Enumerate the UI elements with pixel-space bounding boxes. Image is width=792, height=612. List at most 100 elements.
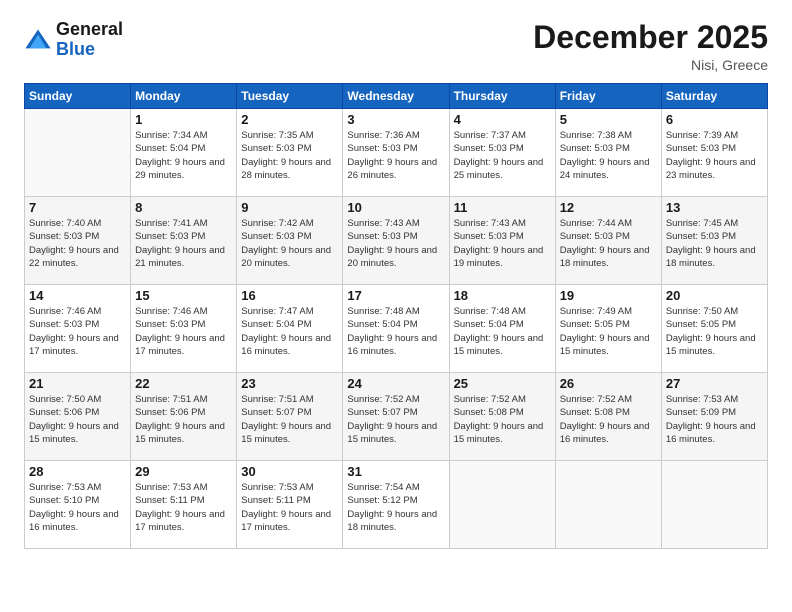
day-number: 17 — [347, 288, 444, 303]
calendar-cell: 16 Sunrise: 7:47 AMSunset: 5:04 PMDaylig… — [237, 285, 343, 373]
day-number: 16 — [241, 288, 338, 303]
day-number: 29 — [135, 464, 232, 479]
day-number: 9 — [241, 200, 338, 215]
calendar-cell: 14 Sunrise: 7:46 AMSunset: 5:03 PMDaylig… — [25, 285, 131, 373]
day-number: 10 — [347, 200, 444, 215]
calendar: SundayMondayTuesdayWednesdayThursdayFrid… — [24, 83, 768, 549]
day-number: 27 — [666, 376, 763, 391]
calendar-cell — [661, 461, 767, 549]
weekday-header: Saturday — [661, 84, 767, 109]
weekday-header: Monday — [131, 84, 237, 109]
day-info: Sunrise: 7:44 AMSunset: 5:03 PMDaylight:… — [560, 218, 650, 269]
day-number: 4 — [454, 112, 551, 127]
location: Nisi, Greece — [533, 57, 768, 73]
day-info: Sunrise: 7:48 AMSunset: 5:04 PMDaylight:… — [347, 306, 437, 357]
day-number: 2 — [241, 112, 338, 127]
day-number: 14 — [29, 288, 126, 303]
day-number: 31 — [347, 464, 444, 479]
day-info: Sunrise: 7:41 AMSunset: 5:03 PMDaylight:… — [135, 218, 225, 269]
calendar-cell: 30 Sunrise: 7:53 AMSunset: 5:11 PMDaylig… — [237, 461, 343, 549]
day-number: 22 — [135, 376, 232, 391]
calendar-cell: 2 Sunrise: 7:35 AMSunset: 5:03 PMDayligh… — [237, 109, 343, 197]
day-info: Sunrise: 7:52 AMSunset: 5:08 PMDaylight:… — [560, 394, 650, 445]
weekday-header: Wednesday — [343, 84, 449, 109]
month-title: December 2025 — [533, 20, 768, 55]
calendar-cell — [555, 461, 661, 549]
calendar-cell: 17 Sunrise: 7:48 AMSunset: 5:04 PMDaylig… — [343, 285, 449, 373]
day-number: 12 — [560, 200, 657, 215]
day-info: Sunrise: 7:53 AMSunset: 5:11 PMDaylight:… — [241, 482, 331, 533]
title-area: December 2025 Nisi, Greece — [533, 20, 768, 73]
day-info: Sunrise: 7:42 AMSunset: 5:03 PMDaylight:… — [241, 218, 331, 269]
day-info: Sunrise: 7:43 AMSunset: 5:03 PMDaylight:… — [347, 218, 437, 269]
calendar-cell: 10 Sunrise: 7:43 AMSunset: 5:03 PMDaylig… — [343, 197, 449, 285]
calendar-cell: 4 Sunrise: 7:37 AMSunset: 5:03 PMDayligh… — [449, 109, 555, 197]
page: General Blue December 2025 Nisi, Greece … — [0, 0, 792, 612]
calendar-cell: 1 Sunrise: 7:34 AMSunset: 5:04 PMDayligh… — [131, 109, 237, 197]
day-info: Sunrise: 7:48 AMSunset: 5:04 PMDaylight:… — [454, 306, 544, 357]
day-number: 20 — [666, 288, 763, 303]
day-info: Sunrise: 7:46 AMSunset: 5:03 PMDaylight:… — [29, 306, 119, 357]
calendar-cell: 8 Sunrise: 7:41 AMSunset: 5:03 PMDayligh… — [131, 197, 237, 285]
logo-blue: Blue — [56, 39, 95, 59]
header: General Blue December 2025 Nisi, Greece — [24, 20, 768, 73]
calendar-cell: 21 Sunrise: 7:50 AMSunset: 5:06 PMDaylig… — [25, 373, 131, 461]
logo-general: General — [56, 19, 123, 39]
calendar-cell — [25, 109, 131, 197]
calendar-cell: 6 Sunrise: 7:39 AMSunset: 5:03 PMDayligh… — [661, 109, 767, 197]
day-info: Sunrise: 7:51 AMSunset: 5:07 PMDaylight:… — [241, 394, 331, 445]
day-info: Sunrise: 7:36 AMSunset: 5:03 PMDaylight:… — [347, 130, 437, 181]
calendar-cell: 11 Sunrise: 7:43 AMSunset: 5:03 PMDaylig… — [449, 197, 555, 285]
calendar-cell — [449, 461, 555, 549]
day-number: 28 — [29, 464, 126, 479]
day-info: Sunrise: 7:53 AMSunset: 5:10 PMDaylight:… — [29, 482, 119, 533]
day-number: 23 — [241, 376, 338, 391]
day-info: Sunrise: 7:50 AMSunset: 5:06 PMDaylight:… — [29, 394, 119, 445]
calendar-cell: 5 Sunrise: 7:38 AMSunset: 5:03 PMDayligh… — [555, 109, 661, 197]
day-number: 5 — [560, 112, 657, 127]
day-info: Sunrise: 7:53 AMSunset: 5:11 PMDaylight:… — [135, 482, 225, 533]
calendar-cell: 13 Sunrise: 7:45 AMSunset: 5:03 PMDaylig… — [661, 197, 767, 285]
calendar-cell: 29 Sunrise: 7:53 AMSunset: 5:11 PMDaylig… — [131, 461, 237, 549]
day-info: Sunrise: 7:40 AMSunset: 5:03 PMDaylight:… — [29, 218, 119, 269]
calendar-cell: 12 Sunrise: 7:44 AMSunset: 5:03 PMDaylig… — [555, 197, 661, 285]
day-number: 19 — [560, 288, 657, 303]
day-number: 6 — [666, 112, 763, 127]
calendar-cell: 7 Sunrise: 7:40 AMSunset: 5:03 PMDayligh… — [25, 197, 131, 285]
day-info: Sunrise: 7:38 AMSunset: 5:03 PMDaylight:… — [560, 130, 650, 181]
logo: General Blue — [24, 20, 123, 60]
weekday-header: Tuesday — [237, 84, 343, 109]
day-info: Sunrise: 7:52 AMSunset: 5:07 PMDaylight:… — [347, 394, 437, 445]
day-info: Sunrise: 7:37 AMSunset: 5:03 PMDaylight:… — [454, 130, 544, 181]
day-number: 30 — [241, 464, 338, 479]
weekday-header: Sunday — [25, 84, 131, 109]
day-info: Sunrise: 7:51 AMSunset: 5:06 PMDaylight:… — [135, 394, 225, 445]
calendar-cell: 9 Sunrise: 7:42 AMSunset: 5:03 PMDayligh… — [237, 197, 343, 285]
day-number: 7 — [29, 200, 126, 215]
day-number: 3 — [347, 112, 444, 127]
calendar-week-row: 14 Sunrise: 7:46 AMSunset: 5:03 PMDaylig… — [25, 285, 768, 373]
day-number: 18 — [454, 288, 551, 303]
day-info: Sunrise: 7:49 AMSunset: 5:05 PMDaylight:… — [560, 306, 650, 357]
day-number: 8 — [135, 200, 232, 215]
day-number: 1 — [135, 112, 232, 127]
calendar-cell: 15 Sunrise: 7:46 AMSunset: 5:03 PMDaylig… — [131, 285, 237, 373]
day-info: Sunrise: 7:46 AMSunset: 5:03 PMDaylight:… — [135, 306, 225, 357]
day-info: Sunrise: 7:50 AMSunset: 5:05 PMDaylight:… — [666, 306, 756, 357]
day-info: Sunrise: 7:39 AMSunset: 5:03 PMDaylight:… — [666, 130, 756, 181]
calendar-week-row: 7 Sunrise: 7:40 AMSunset: 5:03 PMDayligh… — [25, 197, 768, 285]
logo-text: General Blue — [56, 20, 123, 60]
day-number: 24 — [347, 376, 444, 391]
calendar-cell: 24 Sunrise: 7:52 AMSunset: 5:07 PMDaylig… — [343, 373, 449, 461]
calendar-cell: 31 Sunrise: 7:54 AMSunset: 5:12 PMDaylig… — [343, 461, 449, 549]
logo-icon — [24, 26, 52, 54]
calendar-cell: 19 Sunrise: 7:49 AMSunset: 5:05 PMDaylig… — [555, 285, 661, 373]
weekday-header: Friday — [555, 84, 661, 109]
day-info: Sunrise: 7:34 AMSunset: 5:04 PMDaylight:… — [135, 130, 225, 181]
calendar-week-row: 28 Sunrise: 7:53 AMSunset: 5:10 PMDaylig… — [25, 461, 768, 549]
day-info: Sunrise: 7:43 AMSunset: 5:03 PMDaylight:… — [454, 218, 544, 269]
weekday-header: Thursday — [449, 84, 555, 109]
calendar-cell: 26 Sunrise: 7:52 AMSunset: 5:08 PMDaylig… — [555, 373, 661, 461]
calendar-week-row: 21 Sunrise: 7:50 AMSunset: 5:06 PMDaylig… — [25, 373, 768, 461]
weekday-header-row: SundayMondayTuesdayWednesdayThursdayFrid… — [25, 84, 768, 109]
